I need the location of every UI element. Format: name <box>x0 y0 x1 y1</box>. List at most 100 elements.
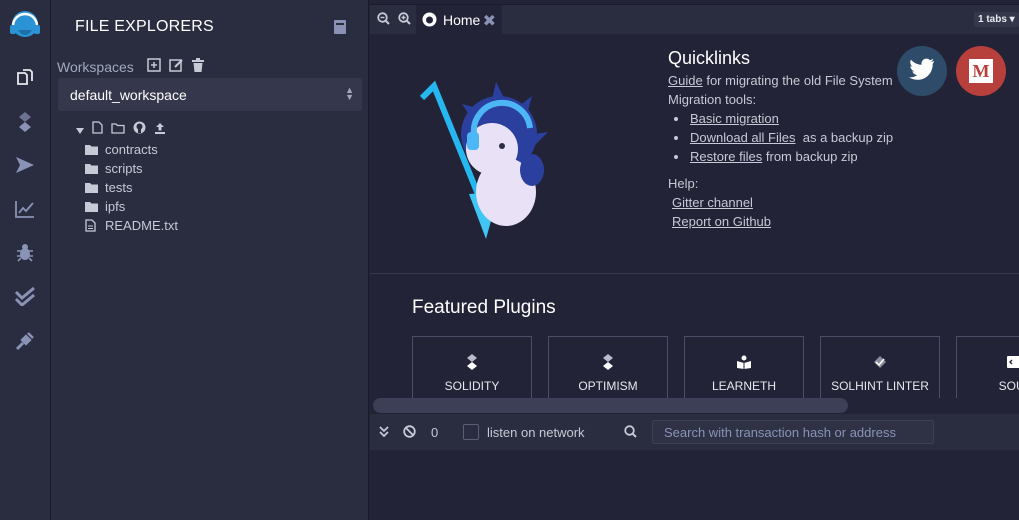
solhint-icon <box>873 353 887 371</box>
tree-item-label: contracts <box>105 142 158 157</box>
search-icon <box>624 425 637 443</box>
workspace-select[interactable]: default_workspace ▲ ▼ <box>58 78 362 111</box>
pending-transactions-count: 0 <box>431 425 439 440</box>
restore-files-link[interactable]: Restore files <box>690 149 762 164</box>
file-explorer-panel: FILE EXPLORERS Workspaces default_worksp… <box>51 0 369 520</box>
basic-migration-link[interactable]: Basic migration <box>690 111 779 126</box>
select-caret-icon: ▲ ▼ <box>345 85 354 102</box>
tree-item-label: README.txt <box>105 218 178 233</box>
plugin-card-sourcify[interactable]: SOUR <box>956 336 1019 398</box>
collapse-terminal-icon[interactable] <box>379 425 389 443</box>
clear-console-icon[interactable] <box>403 425 416 443</box>
caret-down-icon[interactable] <box>76 121 84 139</box>
tree-item-label: ipfs <box>105 199 126 214</box>
download-all-files-link[interactable]: Download all Files <box>690 130 796 145</box>
plugin-card-learneth[interactable]: LEARNETH <box>684 336 804 398</box>
quicklinks-section: Quicklinks Guide for migrating the old F… <box>668 48 893 231</box>
home-header-section: Quicklinks Guide for migrating the old F… <box>370 34 1019 274</box>
tabs-count-label: 1 tabs <box>978 14 1007 25</box>
terminal-output <box>370 450 1019 520</box>
upload-icon[interactable] <box>154 121 166 139</box>
plugin-label: OPTIMISM <box>578 379 638 393</box>
plugin-label: SOLIDITY <box>444 379 500 393</box>
unit-testing-icon[interactable] <box>13 284 37 308</box>
zoom-in-icon[interactable] <box>398 12 411 30</box>
medium-button[interactable]: M <box>956 46 1006 96</box>
list-item: Download all Files as a backup zip <box>674 128 893 147</box>
tree-item-label: tests <box>105 180 133 195</box>
tree-folder[interactable]: contracts <box>85 140 178 159</box>
new-file-icon[interactable] <box>92 121 103 139</box>
featured-plugins-list: SOLIDITY OPTIMISM LEARNETH SOLHINT LINTE… <box>412 336 1019 398</box>
medium-icon: M <box>969 59 993 83</box>
plugin-card-optimism[interactable]: OPTIMISM <box>548 336 668 398</box>
rename-workspace-icon[interactable] <box>169 58 184 77</box>
github-icon[interactable] <box>133 121 146 139</box>
plugin-manager-icon[interactable] <box>13 329 37 353</box>
file-tree-toolbar <box>76 121 166 139</box>
documentation-icon[interactable] <box>333 19 347 40</box>
scrollbar-thumb[interactable] <box>373 398 848 413</box>
tree-folder[interactable]: ipfs <box>85 197 178 216</box>
plugin-card-solidity[interactable]: SOLIDITY <box>412 336 532 398</box>
file-icon <box>85 219 99 232</box>
delete-workspace-icon[interactable] <box>192 58 204 77</box>
tree-folder[interactable]: scripts <box>85 159 178 178</box>
sourcify-icon <box>1007 353 1019 371</box>
folder-icon <box>85 201 99 212</box>
migration-tools-list: Basic migration Download all Files as a … <box>674 109 893 166</box>
main-panel: Home ✖ 1 tabs ▾ Quicklinks Guide for mig… <box>370 0 1019 520</box>
debugger-icon[interactable] <box>13 240 37 264</box>
new-folder-icon[interactable] <box>111 121 125 139</box>
twitter-button[interactable] <box>897 46 947 96</box>
workspace-selected-value: default_workspace <box>70 86 187 103</box>
icon-panel <box>0 0 51 520</box>
plugin-label: LEARNETH <box>711 379 776 393</box>
tree-file[interactable]: README.txt <box>85 216 178 235</box>
solidity-compiler-icon[interactable] <box>13 110 37 134</box>
file-tree: contracts scripts tests ipfs README.txt <box>85 140 178 235</box>
listen-network-checkbox[interactable] <box>463 424 479 440</box>
tab-home-label: Home <box>443 11 481 28</box>
zoom-out-icon[interactable] <box>377 12 390 30</box>
workspaces-label: Workspaces <box>57 59 134 75</box>
solidity-icon <box>466 353 478 371</box>
download-suffix-text: as a backup zip <box>802 130 894 145</box>
guide-link[interactable]: Guide <box>668 73 703 88</box>
tab-home[interactable]: Home ✖ <box>416 5 502 34</box>
home-tab-icon <box>422 12 437 27</box>
tree-item-label: scripts <box>105 161 143 176</box>
tab-bar: Home ✖ 1 tabs ▾ <box>370 4 1019 34</box>
remix-mascot-image <box>414 74 554 244</box>
optimism-icon <box>602 353 614 371</box>
analysis-icon[interactable] <box>13 197 37 221</box>
list-item: Restore files from backup zip <box>674 147 893 166</box>
tabs-count-dropdown[interactable]: 1 tabs ▾ <box>974 12 1019 27</box>
help-links: Gitter channel Report on Github <box>672 193 893 231</box>
plugin-card-solhint-linter[interactable]: SOLHINT LINTER <box>820 336 940 398</box>
help-label: Help: <box>668 176 699 191</box>
report-github-link[interactable]: Report on Github <box>672 214 771 229</box>
folder-icon <box>85 163 99 174</box>
plugin-label: SOUR <box>998 379 1019 393</box>
file-explorer-icon[interactable] <box>13 65 37 89</box>
remix-logo-icon[interactable] <box>7 8 43 44</box>
close-icon[interactable]: ✖ <box>483 11 496 31</box>
listen-network-label: listen on network <box>487 425 585 440</box>
guide-line: Guide for migrating the old File System <box>668 71 893 90</box>
featured-plugins-title: Featured Plugins <box>412 297 556 318</box>
guide-text: for migrating the old File System <box>706 73 893 88</box>
panel-title: FILE EXPLORERS <box>75 18 214 35</box>
gitter-channel-link[interactable]: Gitter channel <box>672 195 753 210</box>
plugin-label: SOLHINT LINTER <box>831 379 929 393</box>
tree-folder[interactable]: tests <box>85 178 178 197</box>
horizontal-scrollbar[interactable] <box>370 398 1019 413</box>
quicklinks-title: Quicklinks <box>668 48 751 68</box>
terminal-toolbar: 0 listen on network <box>370 414 1019 450</box>
deploy-run-icon[interactable] <box>13 153 37 177</box>
folder-icon <box>85 144 99 155</box>
create-workspace-icon[interactable] <box>147 58 161 77</box>
twitter-icon <box>909 58 935 85</box>
transaction-search-input[interactable] <box>652 420 934 444</box>
learneth-icon <box>736 353 752 371</box>
